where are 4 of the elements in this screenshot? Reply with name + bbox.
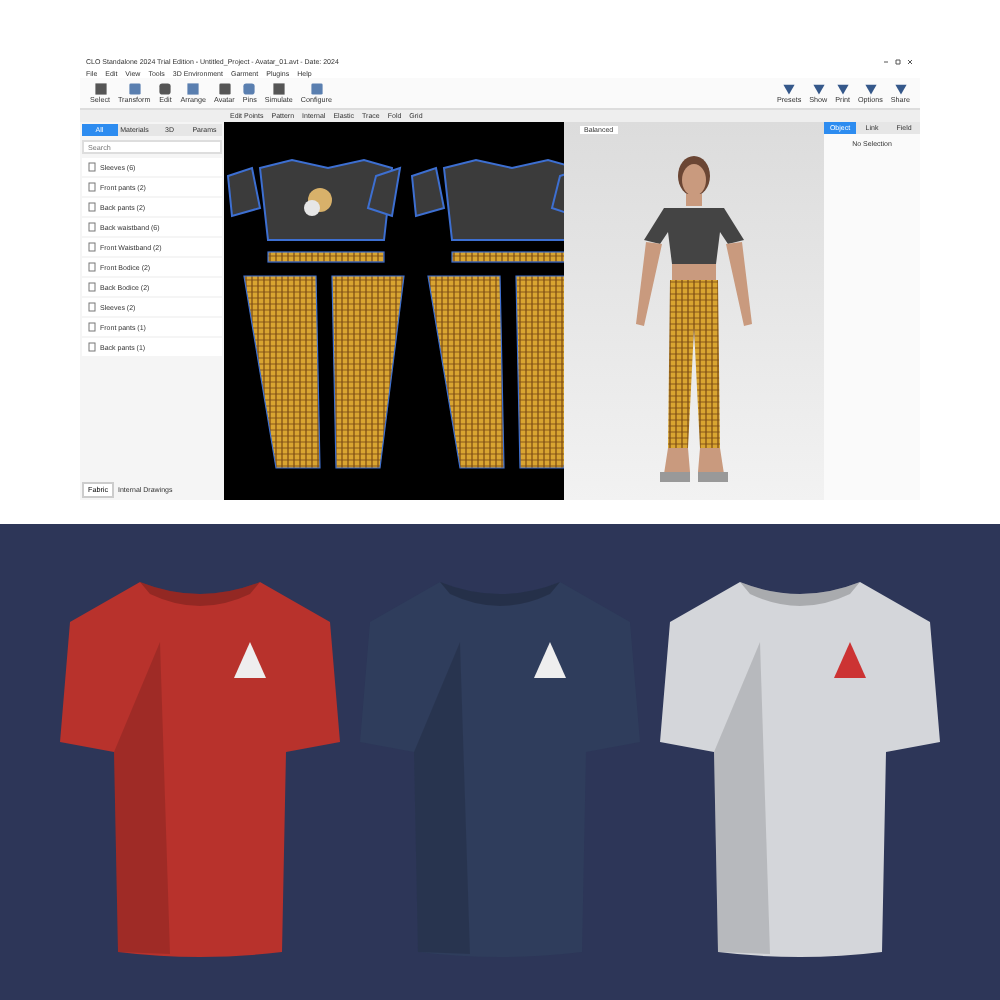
window-controls-icon[interactable] bbox=[882, 58, 914, 66]
tool-icon bbox=[93, 82, 107, 96]
tool-icon bbox=[127, 82, 142, 96]
tool-icon bbox=[309, 82, 324, 96]
